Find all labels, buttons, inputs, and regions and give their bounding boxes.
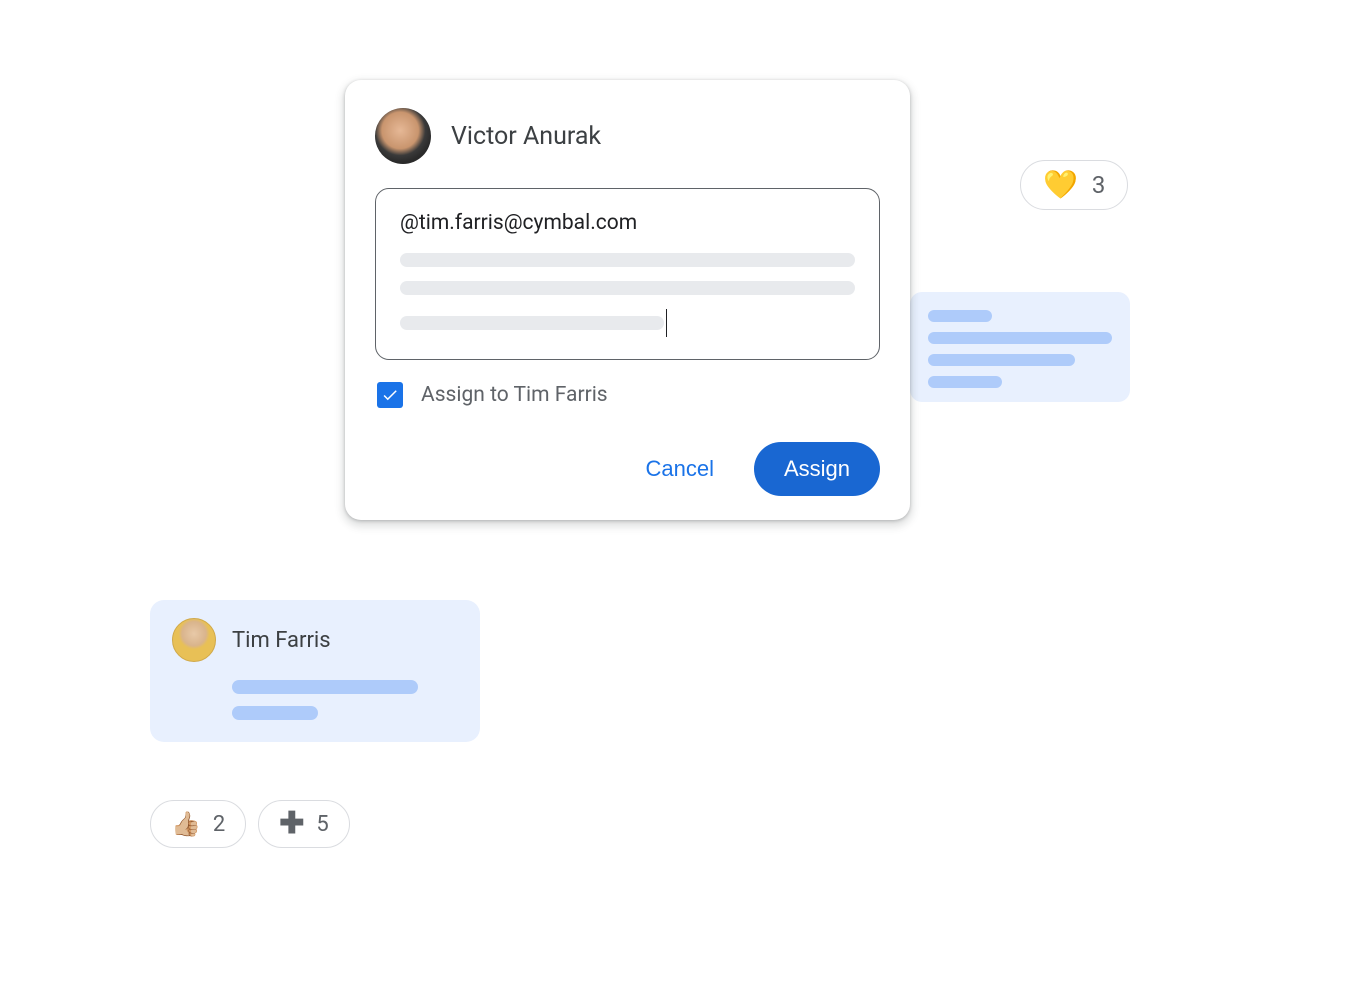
reaction-heart-pill[interactable]: 💛 3 — [1020, 160, 1128, 210]
comment-dialog: Victor Anurak @tim.farris@cymbal.com Ass… — [345, 80, 910, 520]
placeholder-line — [232, 680, 418, 694]
comment-header: Victor Anurak — [375, 108, 880, 164]
reaction-thumbs-count: 2 — [213, 812, 225, 837]
placeholder-line — [928, 310, 992, 322]
assign-row: Assign to Tim Farris — [375, 382, 880, 408]
placeholder-line — [928, 376, 1002, 388]
placeholder-line — [928, 354, 1075, 366]
placeholder-line — [400, 316, 664, 330]
placeholder-line — [400, 253, 855, 267]
comment-input[interactable]: @tim.farris@cymbal.com — [375, 188, 880, 360]
heart-icon: 💛 — [1043, 171, 1078, 199]
reply-header: Tim Farris — [172, 618, 458, 662]
reply-card-tim: Tim Farris — [150, 600, 480, 742]
placeholder-line — [400, 281, 855, 295]
background-snippet-right — [910, 292, 1130, 402]
thumbs-up-icon: 👍🏼 — [171, 812, 201, 836]
button-row: Cancel Assign — [375, 442, 880, 496]
placeholder-line — [232, 706, 318, 720]
reaction-plus-count: 5 — [316, 812, 328, 837]
reaction-plus-pill[interactable]: ✚ 5 — [258, 800, 350, 848]
check-icon — [381, 386, 399, 404]
avatar — [172, 618, 216, 662]
reaction-heart-count: 3 — [1092, 171, 1106, 199]
assign-label: Assign to Tim Farris — [421, 383, 608, 407]
avatar — [375, 108, 431, 164]
text-cursor — [666, 309, 668, 337]
reaction-thumbs-pill[interactable]: 👍🏼 2 — [150, 800, 246, 848]
placeholder-line — [928, 332, 1112, 344]
mention-text: @tim.farris@cymbal.com — [400, 211, 855, 235]
reply-author-name: Tim Farris — [232, 628, 331, 653]
commenter-name: Victor Anurak — [451, 122, 601, 151]
plus-icon: ✚ — [279, 809, 304, 839]
cancel-button[interactable]: Cancel — [615, 442, 743, 496]
assign-button[interactable]: Assign — [754, 442, 880, 496]
assign-checkbox[interactable] — [377, 382, 403, 408]
reactions-bottom-row: 👍🏼 2 ✚ 5 — [150, 800, 350, 848]
